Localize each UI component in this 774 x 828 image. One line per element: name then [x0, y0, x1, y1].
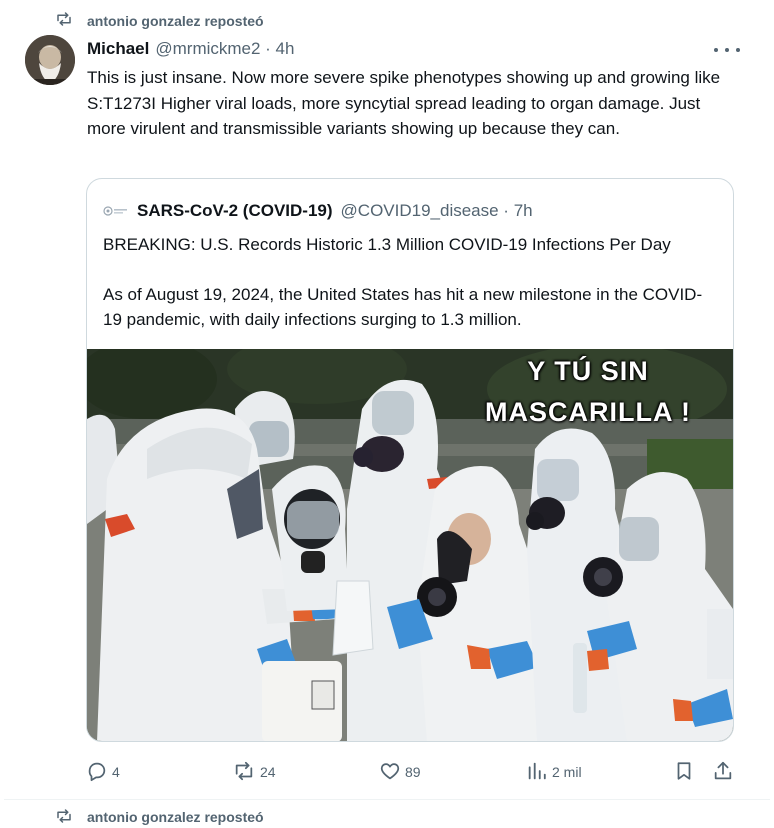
share-button[interactable] [712, 758, 734, 786]
like-count: 89 [405, 764, 421, 780]
tweet[interactable]: antonio gonzalez reposteó Michael @mrmic… [0, 0, 774, 800]
views-button[interactable]: 2 mil [526, 758, 582, 786]
repost-icon [232, 760, 256, 785]
views-icon [526, 760, 548, 785]
next-repost-indicator[interactable]: antonio gonzalez reposteó [55, 806, 264, 828]
repost-indicator[interactable]: antonio gonzalez reposteó [55, 10, 264, 32]
caption-line-1: Y TÚ SIN [527, 356, 649, 386]
repost-count: 24 [260, 764, 276, 780]
post-divider [4, 799, 770, 800]
quote-paragraph-1: BREAKING: U.S. Records Historic 1.3 Mill… [103, 235, 671, 254]
author-handle-time[interactable]: @mrmickme2 · 4h [155, 39, 294, 59]
repost-label: antonio gonzalez reposteó [87, 13, 264, 29]
reply-button[interactable]: 4 [86, 758, 120, 786]
tweet-actions: 4 24 89 2 mil [86, 758, 738, 786]
quote-image[interactable]: Y TÚ SIN MASCARILLA ! [87, 349, 733, 741]
bookmark-button[interactable] [673, 758, 695, 786]
repost-icon [55, 10, 73, 33]
quote-handle-time[interactable]: @COVID19_disease · 7h [341, 201, 533, 221]
heart-icon [379, 760, 401, 785]
author-avatar[interactable] [25, 35, 75, 85]
quoted-tweet[interactable]: SARS-CoV-2 (COVID-19) @COVID19_disease ·… [86, 178, 734, 742]
quote-paragraph-2: As of August 19, 2024, the United States… [103, 285, 703, 329]
tweet-header: Michael @mrmickme2 · 4h [87, 38, 744, 60]
views-count: 2 mil [552, 764, 582, 780]
author-name[interactable]: Michael [87, 39, 149, 59]
quote-header: SARS-CoV-2 (COVID-19) @COVID19_disease ·… [103, 200, 533, 222]
more-icon[interactable] [714, 40, 740, 60]
reply-count: 4 [112, 764, 120, 780]
caption-line-2: MASCARILLA ! [485, 397, 691, 427]
bookmark-icon [673, 760, 695, 785]
next-repost-label: antonio gonzalez reposteó [87, 809, 264, 825]
quote-avatar-icon[interactable] [103, 204, 129, 218]
quote-text: BREAKING: U.S. Records Historic 1.3 Mill… [103, 232, 718, 332]
like-button[interactable]: 89 [379, 758, 421, 786]
repost-button[interactable]: 24 [232, 758, 276, 786]
repost-icon [55, 807, 73, 828]
quote-author-name[interactable]: SARS-CoV-2 (COVID-19) [137, 201, 333, 221]
reply-icon [86, 760, 108, 785]
share-icon [712, 760, 734, 785]
image-caption: Y TÚ SIN MASCARILLA ! [457, 351, 719, 433]
tweet-text: This is just insane. Now more severe spi… [87, 68, 721, 138]
